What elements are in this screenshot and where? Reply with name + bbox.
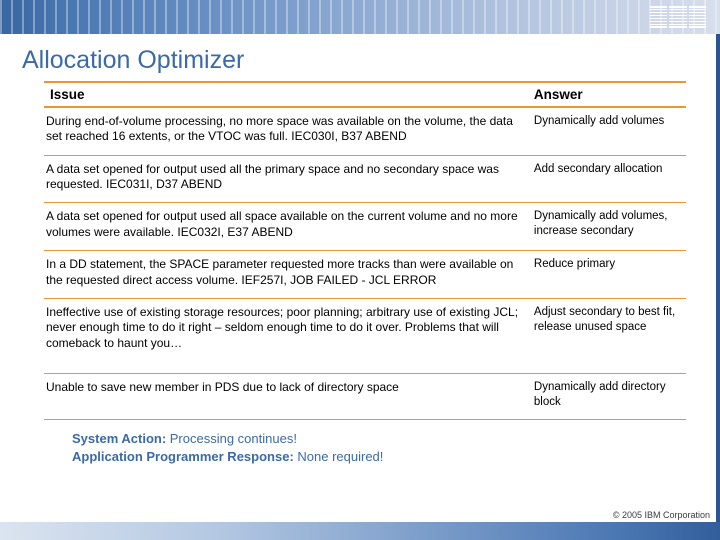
- issue-answer-table: Issue Answer During end-of-volume proces…: [44, 81, 686, 420]
- table-row: Unable to save new member in PDS due to …: [44, 373, 686, 419]
- copyright: © 2005 IBM Corporation: [613, 510, 710, 520]
- cell-issue: During end-of-volume processing, no more…: [44, 107, 532, 155]
- page-title: Allocation Optimizer: [0, 34, 720, 81]
- bottom-banner: [0, 522, 720, 540]
- table-row: In a DD statement, the SPACE parameter r…: [44, 251, 686, 299]
- cell-issue: Unable to save new member in PDS due to …: [44, 373, 532, 419]
- column-header-issue: Issue: [44, 82, 532, 107]
- cell-answer: Dynamically add volumes, increase second…: [532, 203, 686, 251]
- top-banner: [0, 0, 720, 34]
- table-row: Ineffective use of existing storage reso…: [44, 298, 686, 373]
- table-row: A data set opened for output used all sp…: [44, 203, 686, 251]
- content-area: Issue Answer During end-of-volume proces…: [0, 81, 720, 465]
- cell-answer: Add secondary allocation: [532, 155, 686, 203]
- cell-answer: Adjust secondary to best fit, release un…: [532, 298, 686, 373]
- right-accent-bar: [716, 34, 720, 526]
- ibm-logo: [650, 6, 706, 28]
- apr-text: None required!: [297, 449, 383, 464]
- cell-answer: Dynamically add volumes: [532, 107, 686, 155]
- table-row: A data set opened for output used all th…: [44, 155, 686, 203]
- cell-answer: Reduce primary: [532, 251, 686, 299]
- cell-issue: In a DD statement, the SPACE parameter r…: [44, 251, 532, 299]
- column-header-answer: Answer: [532, 82, 686, 107]
- apr-label: Application Programmer Response:: [72, 449, 297, 464]
- cell-issue: A data set opened for output used all sp…: [44, 203, 532, 251]
- system-action-text: Processing continues!: [170, 431, 297, 446]
- cell-answer: Dynamically add directory block: [532, 373, 686, 419]
- footer-note: System Action: Processing continues! App…: [44, 420, 686, 465]
- table-row: During end-of-volume processing, no more…: [44, 107, 686, 155]
- system-action-label: System Action:: [72, 431, 170, 446]
- cell-issue: Ineffective use of existing storage reso…: [44, 298, 532, 373]
- cell-issue: A data set opened for output used all th…: [44, 155, 532, 203]
